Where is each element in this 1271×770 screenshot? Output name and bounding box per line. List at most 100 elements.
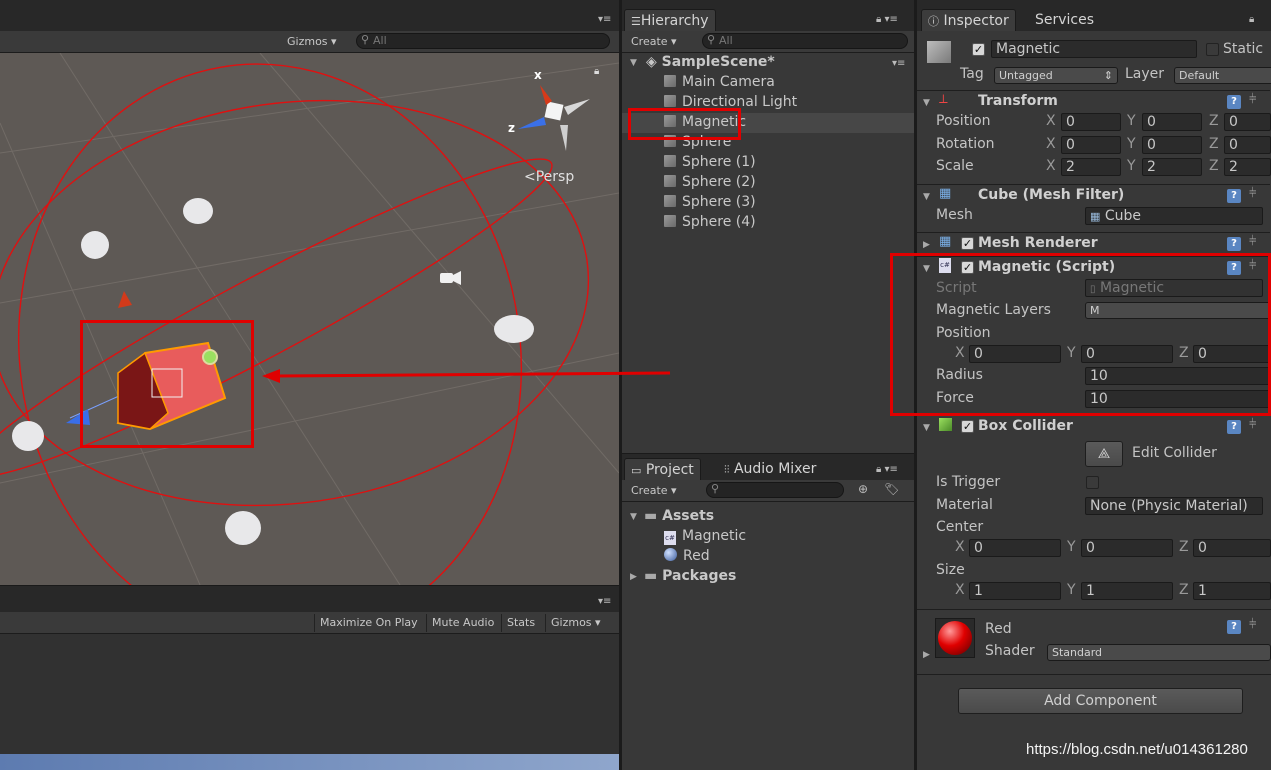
help-icon[interactable]: ? (1227, 189, 1241, 203)
collapse-icon[interactable]: ▼ (923, 264, 930, 274)
project-create-button[interactable]: Create ▾ (626, 482, 682, 500)
force-field[interactable]: 10 (1085, 390, 1271, 408)
expand-icon[interactable]: ▶ (923, 240, 930, 250)
help-icon[interactable]: ? (1227, 237, 1241, 251)
active-checkbox[interactable]: ✓ (972, 43, 985, 56)
component-settings-icon[interactable]: ⫩ (1249, 92, 1256, 107)
hierarchy-search-input[interactable]: All (702, 33, 908, 49)
position-y-field[interactable]: 0 (1142, 113, 1202, 131)
shader-dropdown[interactable]: Standard (1047, 644, 1271, 661)
component-settings-icon[interactable]: ⫩ (1249, 234, 1256, 249)
filter-by-label-icon[interactable]: 🏷︎ (884, 482, 899, 496)
edit-collider-button[interactable]: ⟁ (1085, 441, 1123, 467)
script-position-z-field[interactable]: 0 (1193, 345, 1271, 363)
size-y-field[interactable]: 1 (1081, 582, 1173, 600)
assets-folder[interactable]: ▬ Assets (644, 506, 714, 526)
scene-viewport[interactable]: x z 🔒︎ <Persp (0, 53, 619, 585)
game-gizmos-button[interactable]: Gizmos ▾ (545, 614, 606, 632)
panel-menu-icon[interactable]: 🔒︎ ▾≡ (876, 14, 898, 25)
mesh-field[interactable]: ▦ Cube (1085, 207, 1263, 225)
position-z-field[interactable]: 0 (1224, 113, 1271, 131)
hierarchy-item[interactable]: Sphere (4) (664, 212, 756, 232)
panel-menu-icon[interactable]: ▾≡ (598, 596, 611, 607)
box-collider-enabled-checkbox[interactable]: ✓ (961, 420, 974, 433)
mesh-renderer-header[interactable]: ▶ ▦ ✓ Mesh Renderer ? ⫩ (917, 232, 1270, 254)
collapse-icon[interactable]: ▼ (923, 98, 930, 108)
project-search-input[interactable] (706, 482, 844, 498)
center-x-field[interactable]: 0 (969, 539, 1061, 557)
hierarchy-item[interactable]: Sphere (2) (664, 172, 756, 192)
expand-icon[interactable]: ▶ (923, 650, 930, 660)
tab-services[interactable]: Services (1029, 9, 1100, 31)
object-name-field[interactable]: Magnetic (991, 40, 1197, 58)
tab-hierarchy[interactable]: ☰Hierarchy (624, 9, 716, 31)
scene-gizmos-button[interactable]: Gizmos ▾ (282, 33, 342, 51)
filter-by-type-icon[interactable]: ⊕ (858, 482, 868, 496)
material-preview[interactable] (935, 618, 975, 658)
hierarchy-item-selected[interactable]: Magnetic (664, 112, 746, 132)
size-z-field[interactable]: 1 (1193, 582, 1271, 600)
tag-dropdown[interactable]: Untagged ⇕ (994, 67, 1118, 84)
collapse-icon[interactable]: ▼ (923, 192, 930, 202)
scale-y-field[interactable]: 2 (1142, 158, 1202, 176)
collapse-icon[interactable]: ▼ (923, 423, 930, 433)
scale-z-field[interactable]: 2 (1224, 158, 1271, 176)
stats-button[interactable]: Stats (501, 614, 540, 632)
mesh-renderer-enabled-checkbox[interactable]: ✓ (961, 237, 974, 250)
persp-label[interactable]: <Persp (524, 169, 574, 185)
position-x-field[interactable]: 0 (1061, 113, 1121, 131)
panel-menu-icon[interactable]: 🔒︎ ▾≡ (876, 464, 898, 475)
hierarchy-item[interactable]: Main Camera (664, 72, 775, 92)
radius-field[interactable]: 10 (1085, 367, 1271, 385)
center-y-field[interactable]: 0 (1081, 539, 1173, 557)
lock-icon[interactable]: 🔒︎ (594, 66, 599, 77)
script-position-x-field[interactable]: 0 (969, 345, 1061, 363)
script-enabled-checkbox[interactable]: ✓ (961, 261, 974, 274)
rotation-x-field[interactable]: 0 (1061, 136, 1121, 154)
rotation-y-field[interactable]: 0 (1142, 136, 1202, 154)
game-viewport[interactable] (0, 634, 619, 770)
help-icon[interactable]: ? (1227, 261, 1241, 275)
asset-item[interactable]: Red (664, 546, 710, 566)
hierarchy-create-button[interactable]: Create ▾ (626, 33, 682, 51)
tab-inspector[interactable]: ⓘ Inspector (921, 9, 1016, 31)
script-position-y-field[interactable]: 0 (1081, 345, 1173, 363)
tab-project[interactable]: ▭ Project (624, 458, 701, 480)
assets-expand-icon[interactable]: ▼ (630, 512, 637, 522)
hierarchy-item[interactable]: Sphere (664, 132, 731, 152)
lock-icon[interactable]: 🔒︎ (1249, 14, 1254, 25)
packages-expand-icon[interactable]: ▶ (630, 572, 637, 582)
help-icon[interactable]: ? (1227, 420, 1241, 434)
maximize-on-play-button[interactable]: Maximize On Play (314, 614, 423, 632)
help-icon[interactable]: ? (1227, 620, 1241, 634)
hierarchy-item[interactable]: Sphere (1) (664, 152, 756, 172)
asset-item[interactable]: c# Magnetic (664, 526, 746, 546)
panel-menu-icon[interactable]: ▾≡ (598, 14, 611, 25)
box-collider-header[interactable]: ▼ ✓ Box Collider ? ⫩ (917, 415, 1270, 437)
scene-menu-icon[interactable]: ▾≡ (892, 58, 905, 69)
size-x-field[interactable]: 1 (969, 582, 1061, 600)
component-settings-icon[interactable]: ⫩ (1249, 417, 1256, 432)
component-settings-icon[interactable]: ⫩ (1249, 186, 1256, 201)
transform-header[interactable]: ▼ ⟂ Transform ? ⫩ (917, 90, 1270, 112)
is-trigger-checkbox[interactable] (1086, 476, 1099, 489)
tab-audio-mixer[interactable]: ⫶⫶ Audio Mixer (718, 458, 822, 480)
scene-expand-icon[interactable]: ▼ (630, 58, 637, 68)
hierarchy-item[interactable]: Directional Light (664, 92, 797, 112)
magnetic-layers-dropdown[interactable]: M (1085, 302, 1271, 319)
component-settings-icon[interactable]: ⫩ (1249, 258, 1256, 273)
add-component-button[interactable]: Add Component (958, 688, 1243, 714)
rotation-z-field[interactable]: 0 (1224, 136, 1271, 154)
static-checkbox[interactable] (1206, 43, 1219, 56)
magnetic-script-header[interactable]: ▼ c# ✓ Magnetic (Script) ? ⫩ (917, 256, 1270, 278)
help-icon[interactable]: ? (1227, 95, 1241, 109)
material-field[interactable]: None (Physic Material) (1085, 497, 1263, 515)
scale-x-field[interactable]: 2 (1061, 158, 1121, 176)
center-z-field[interactable]: 0 (1193, 539, 1271, 557)
packages-folder[interactable]: ▬ Packages (644, 566, 736, 586)
component-settings-icon[interactable]: ⫩ (1249, 617, 1256, 632)
layer-dropdown[interactable]: Default (1174, 67, 1271, 84)
mute-audio-button[interactable]: Mute Audio (426, 614, 499, 632)
scene-search-input[interactable]: All (356, 33, 610, 49)
scene-root[interactable]: ◈ SampleScene* (646, 52, 775, 72)
